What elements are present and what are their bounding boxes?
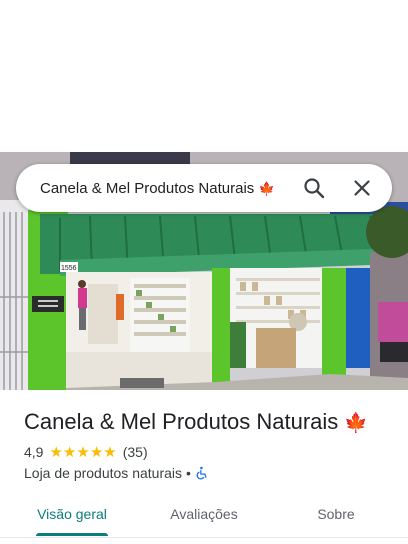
tab-bar: Visão geral Avaliações Sobre: [0, 490, 408, 538]
rating-row[interactable]: 4,9 ★ ★ ★ ★ ★ (35): [24, 444, 148, 460]
review-count: (35): [122, 444, 148, 460]
rating-value: 4,9: [24, 444, 44, 460]
tab-overview[interactable]: Visão geral: [24, 490, 120, 538]
wheelchair-icon: [195, 466, 209, 480]
active-tab-indicator: [36, 533, 108, 536]
store-number: 1556: [61, 265, 77, 272]
search-input[interactable]: Canela & Mel Produtos Naturais 🍁: [40, 180, 275, 197]
maple-leaf-icon: 🍁: [258, 180, 275, 196]
star-icon: ★: [89, 443, 104, 461]
close-icon[interactable]: [350, 176, 374, 200]
search-query: Canela & Mel Produtos Naturais: [40, 179, 255, 197]
search-bar[interactable]: Canela & Mel Produtos Naturais 🍁: [16, 164, 392, 212]
tab-reviews[interactable]: Avaliações: [156, 490, 252, 538]
star-icon: ★: [49, 443, 63, 461]
separator: •: [186, 465, 191, 481]
star-rating: ★ ★ ★ ★ ★: [49, 445, 116, 460]
place-name: Canela & Mel Produtos Naturais: [24, 409, 339, 434]
star-icon: ★: [76, 443, 90, 461]
place-category: Loja de produtos naturais: [24, 465, 182, 481]
place-page: 1556 Canela & Mel Produtos Naturais 🍁 Ca…: [0, 0, 408, 544]
category-row: Loja de produtos naturais •: [24, 465, 209, 481]
place-title: Canela & Mel Produtos Naturais 🍁: [24, 409, 368, 435]
tab-about[interactable]: Sobre: [292, 490, 380, 538]
star-icon: ★: [103, 443, 117, 461]
maple-leaf-icon: 🍁: [344, 413, 369, 434]
star-icon: ★: [62, 443, 77, 461]
search-icon[interactable]: [302, 176, 326, 200]
